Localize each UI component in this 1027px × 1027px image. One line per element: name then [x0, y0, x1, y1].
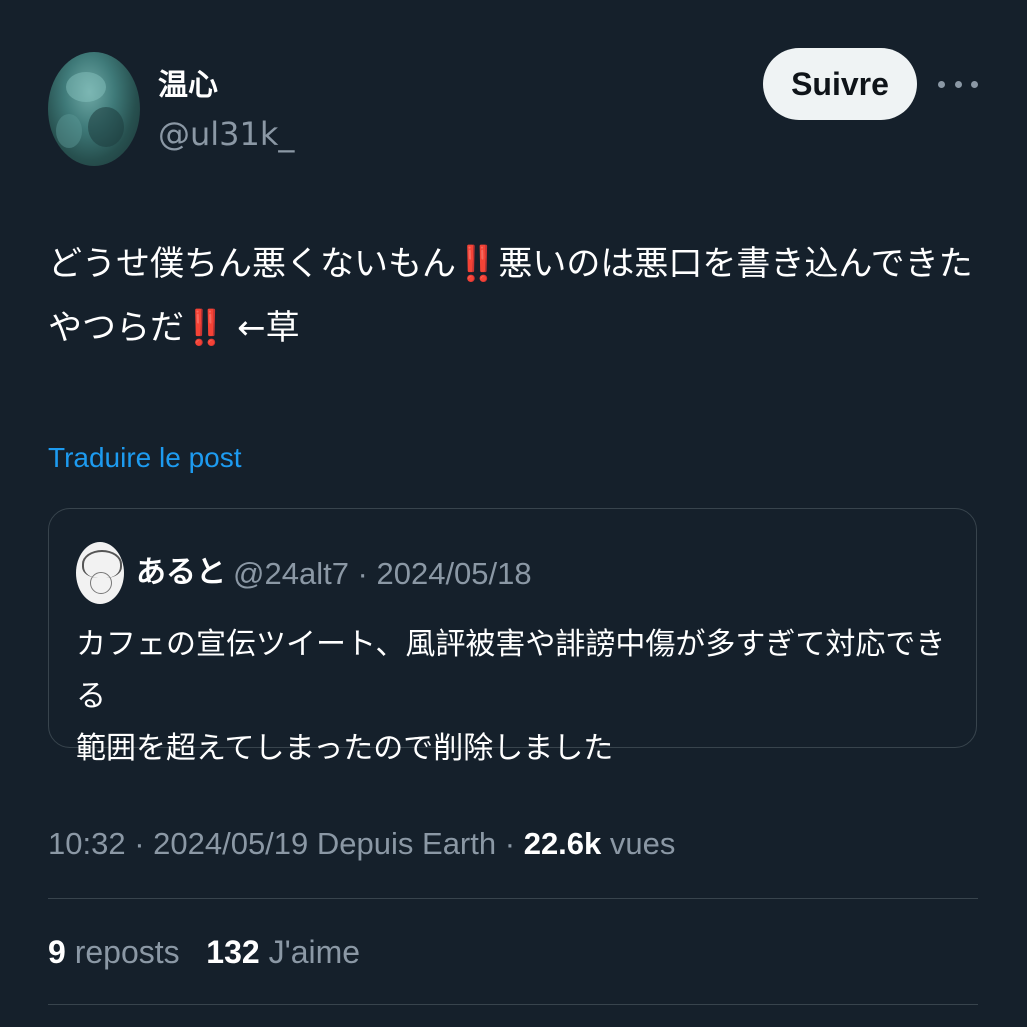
likes-label: J'aime: [268, 934, 361, 970]
reposts-link[interactable]: 9 reposts: [48, 934, 189, 970]
likes-link[interactable]: 132 J'aime: [206, 934, 360, 970]
author-avatar[interactable]: [48, 52, 140, 166]
quoted-post-meta: @24alt7 · 2024/05/18: [233, 556, 532, 591]
quoted-post-text: カフェの宣伝ツイート、風評被害や誹謗中傷が多すぎて対応できる 範囲を超えてしまっ…: [76, 619, 956, 775]
views-label: vues: [609, 826, 676, 861]
follow-button[interactable]: Suivre: [763, 48, 917, 120]
author-display-name[interactable]: 温心: [158, 66, 218, 106]
quoted-text-line: 範囲を超えてしまったので削除しました: [76, 731, 614, 766]
post-text: どうせ僕ちん悪くないもん‼️悪いのは悪口を書き込んできた やつらだ‼️ ←草: [48, 232, 988, 360]
translate-post-link[interactable]: Traduire le post: [48, 438, 242, 478]
more-horizontal-icon[interactable]: [938, 72, 978, 96]
engagement-stats: 9 reposts 132 J'aime: [48, 930, 360, 974]
post-text-line: やつらだ‼️ ←草: [48, 308, 300, 348]
quoted-author-avatar: [76, 542, 124, 604]
divider: [48, 898, 978, 899]
quoted-post[interactable]: あると @24alt7 · 2024/05/18 カフェの宣伝ツイート、風評被害…: [48, 508, 977, 766]
likes-count: 132: [206, 934, 260, 970]
reposts-label: reposts: [74, 934, 180, 970]
quoted-text-line: カフェの宣伝ツイート、風評被害や誹謗中傷が多すぎて対応できる: [76, 627, 946, 714]
quoted-author-name: あると: [136, 555, 226, 590]
author-handle[interactable]: @ul31k_: [158, 112, 294, 156]
views-count: 22.6k: [523, 826, 602, 861]
post-timestamp[interactable]: 10:32 · 2024/05/19: [48, 826, 308, 861]
post-source: Depuis Earth: [316, 826, 497, 861]
post-metadata: 10:32 · 2024/05/19 Depuis Earth · 22.6k …: [48, 822, 675, 866]
post-text-line: どうせ僕ちん悪くないもん‼️悪いのは悪口を書き込んできた: [48, 244, 973, 284]
reposts-count: 9: [48, 934, 66, 970]
meta-separator: ·: [504, 826, 516, 861]
divider: [48, 1004, 978, 1005]
